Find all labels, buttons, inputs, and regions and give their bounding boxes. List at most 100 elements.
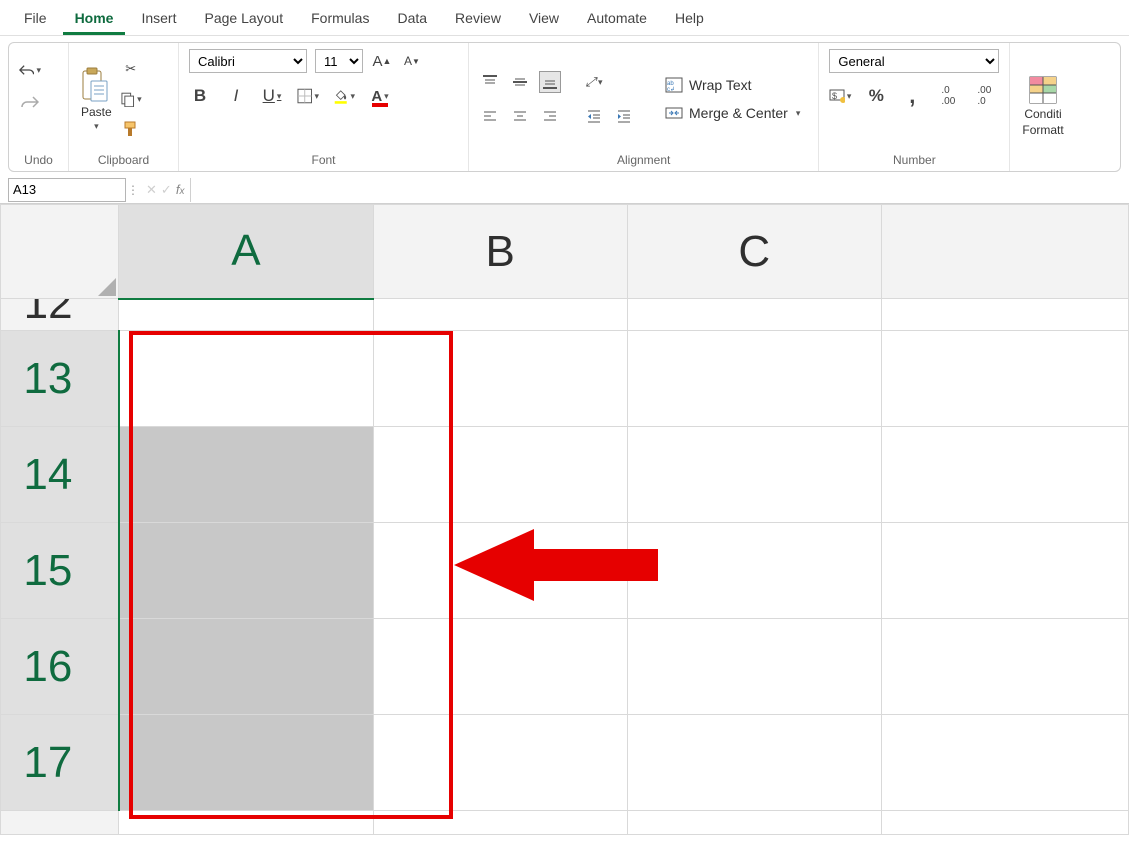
fill-color-button[interactable] [333, 85, 355, 107]
cell-D17[interactable] [881, 715, 1128, 811]
cell-A17[interactable] [119, 715, 374, 811]
cancel-formula-button[interactable]: ✕ [146, 182, 157, 198]
borders-button[interactable] [297, 85, 319, 107]
column-header-A[interactable]: A [119, 205, 374, 299]
cell-D12[interactable] [881, 299, 1128, 331]
cell-D16[interactable] [881, 619, 1128, 715]
cell-A13[interactable] [119, 331, 374, 427]
decrease-indent-button[interactable] [583, 105, 605, 127]
row-header-14[interactable]: 14 [1, 427, 119, 523]
tab-file[interactable]: File [12, 2, 59, 35]
increase-indent-button[interactable] [613, 105, 635, 127]
cell-D14[interactable] [881, 427, 1128, 523]
orientation-button[interactable]: ⤢ [583, 71, 605, 93]
row-header-18[interactable] [1, 811, 119, 835]
comma-button[interactable]: , [901, 85, 923, 107]
accounting-format-button[interactable]: $ [829, 85, 851, 107]
cell-A12[interactable] [119, 299, 374, 331]
tab-home[interactable]: Home [63, 2, 126, 35]
bold-button[interactable]: B [189, 85, 211, 107]
cell-D15[interactable] [881, 523, 1128, 619]
increase-font-button[interactable]: A▲ [371, 50, 393, 72]
group-clipboard: Paste ▾ ✂ Clipboard [69, 43, 179, 171]
cell-D18[interactable] [881, 811, 1128, 835]
cell-B13[interactable] [373, 331, 627, 427]
decrease-indent-icon [586, 108, 602, 124]
namebox-resize[interactable]: ⋮ [126, 183, 140, 197]
align-bottom-button[interactable] [539, 71, 561, 93]
undo-button[interactable] [19, 59, 41, 81]
formula-input[interactable] [190, 178, 1129, 202]
select-all-corner[interactable] [1, 205, 119, 299]
cell-A18[interactable] [119, 811, 374, 835]
align-left-icon [482, 108, 498, 124]
paste-button[interactable]: Paste ▾ [79, 65, 114, 134]
row-header-16[interactable]: 16 [1, 619, 119, 715]
align-middle-button[interactable] [509, 71, 531, 93]
tab-formulas[interactable]: Formulas [299, 2, 381, 35]
svg-text:$: $ [832, 91, 837, 101]
conditional-formatting-button[interactable]: Conditi Formatt [1020, 73, 1065, 139]
cell-B17[interactable] [373, 715, 627, 811]
column-header-B[interactable]: B [373, 205, 627, 299]
cell-C17[interactable] [627, 715, 881, 811]
cell-C16[interactable] [627, 619, 881, 715]
cell-A14[interactable] [119, 427, 374, 523]
decrease-decimal-button[interactable]: .00.0 [973, 85, 995, 107]
copy-button[interactable] [120, 88, 142, 110]
increase-decimal-button[interactable]: .0.00 [937, 85, 959, 107]
underline-button[interactable]: U [261, 85, 283, 107]
conditional-formatting-label-2: Formatt [1022, 123, 1063, 137]
redo-button[interactable] [19, 91, 41, 113]
tab-automate[interactable]: Automate [575, 2, 659, 35]
enter-formula-button[interactable]: ✓ [161, 182, 172, 198]
name-box[interactable] [8, 178, 126, 202]
number-format-select[interactable]: General [829, 49, 999, 73]
cell-C13[interactable] [627, 331, 881, 427]
cell-B14[interactable] [373, 427, 627, 523]
formula-bar: ⋮ ✕ ✓ fx [0, 176, 1129, 204]
merge-center-button[interactable]: Merge & Center [657, 102, 808, 124]
cell-A15[interactable] [119, 523, 374, 619]
cell-A16[interactable] [119, 619, 374, 715]
group-label-undo: Undo [19, 149, 58, 169]
cell-B18[interactable] [373, 811, 627, 835]
align-left-button[interactable] [479, 105, 501, 127]
tab-view[interactable]: View [517, 2, 571, 35]
format-painter-button[interactable] [120, 118, 142, 140]
font-name-select[interactable]: Calibri [189, 49, 307, 73]
row-header-12[interactable]: 12 [1, 299, 119, 331]
tab-insert[interactable]: Insert [129, 2, 188, 35]
tab-data[interactable]: Data [385, 2, 439, 35]
tab-help[interactable]: Help [663, 2, 716, 35]
row-header-13[interactable]: 13 [1, 331, 119, 427]
font-color-button[interactable]: A [369, 85, 391, 107]
row-header-15[interactable]: 15 [1, 523, 119, 619]
worksheet-grid[interactable]: A B C 12 13 14 15 16 17 [0, 204, 1129, 835]
tab-page-layout[interactable]: Page Layout [192, 2, 295, 35]
align-top-button[interactable] [479, 71, 501, 93]
cell-B15[interactable] [373, 523, 627, 619]
cell-D13[interactable] [881, 331, 1128, 427]
align-center-button[interactable] [509, 105, 531, 127]
cell-C14[interactable] [627, 427, 881, 523]
group-label-clipboard: Clipboard [79, 149, 168, 169]
cell-B12[interactable] [373, 299, 627, 331]
column-header-edge[interactable] [881, 205, 1128, 299]
font-size-select[interactable]: 11 [315, 49, 363, 73]
percent-button[interactable]: % [865, 85, 887, 107]
accounting-icon: $ [829, 88, 844, 104]
cell-C18[interactable] [627, 811, 881, 835]
cut-button[interactable]: ✂ [120, 58, 142, 80]
tab-review[interactable]: Review [443, 2, 513, 35]
italic-button[interactable]: I [225, 85, 247, 107]
cell-C12[interactable] [627, 299, 881, 331]
align-right-button[interactable] [539, 105, 561, 127]
row-header-17[interactable]: 17 [1, 715, 119, 811]
wrap-text-button[interactable]: abc↲ Wrap Text [657, 74, 760, 96]
decrease-font-button[interactable]: A▼ [401, 50, 423, 72]
cell-B16[interactable] [373, 619, 627, 715]
cell-C15[interactable] [627, 523, 881, 619]
column-header-C[interactable]: C [627, 205, 881, 299]
insert-function-button[interactable]: fx [176, 182, 185, 197]
